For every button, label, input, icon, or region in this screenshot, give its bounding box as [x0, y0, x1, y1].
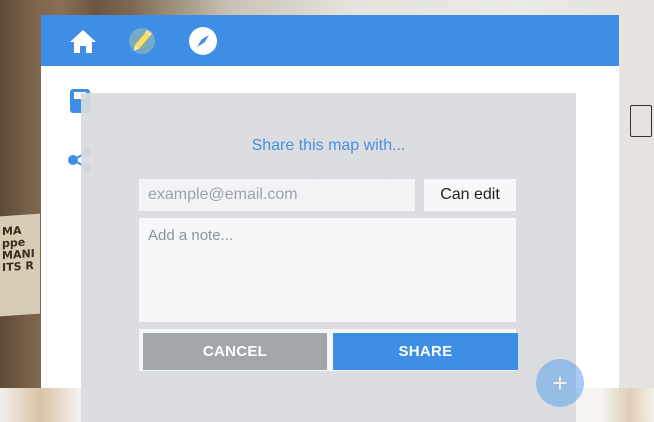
note-input[interactable] [139, 218, 516, 322]
add-node-button[interactable]: + [536, 359, 584, 407]
cancel-button[interactable]: CANCEL [143, 333, 327, 370]
top-toolbar [41, 15, 619, 66]
email-input[interactable] [139, 179, 415, 211]
home-icon [70, 30, 96, 53]
compass-icon [189, 27, 217, 55]
plus-icon: + [552, 367, 568, 398]
background-sketch [630, 105, 652, 137]
home-button[interactable] [66, 25, 100, 57]
pencil-icon [129, 28, 155, 54]
dialog-title: Share this map with... [251, 137, 406, 154]
share-button[interactable]: SHARE [333, 333, 518, 370]
explore-button[interactable] [186, 25, 220, 57]
edit-button[interactable] [125, 25, 159, 57]
background-label: MA ppe MANI ITS R [0, 213, 40, 317]
permission-select[interactable]: Can edit [424, 179, 516, 211]
permission-label: Can edit [440, 186, 500, 203]
share-dialog-overlay: Share this map with... Can edit CANCEL S… [81, 93, 576, 422]
dialog-button-row: CANCEL SHARE [139, 329, 518, 371]
